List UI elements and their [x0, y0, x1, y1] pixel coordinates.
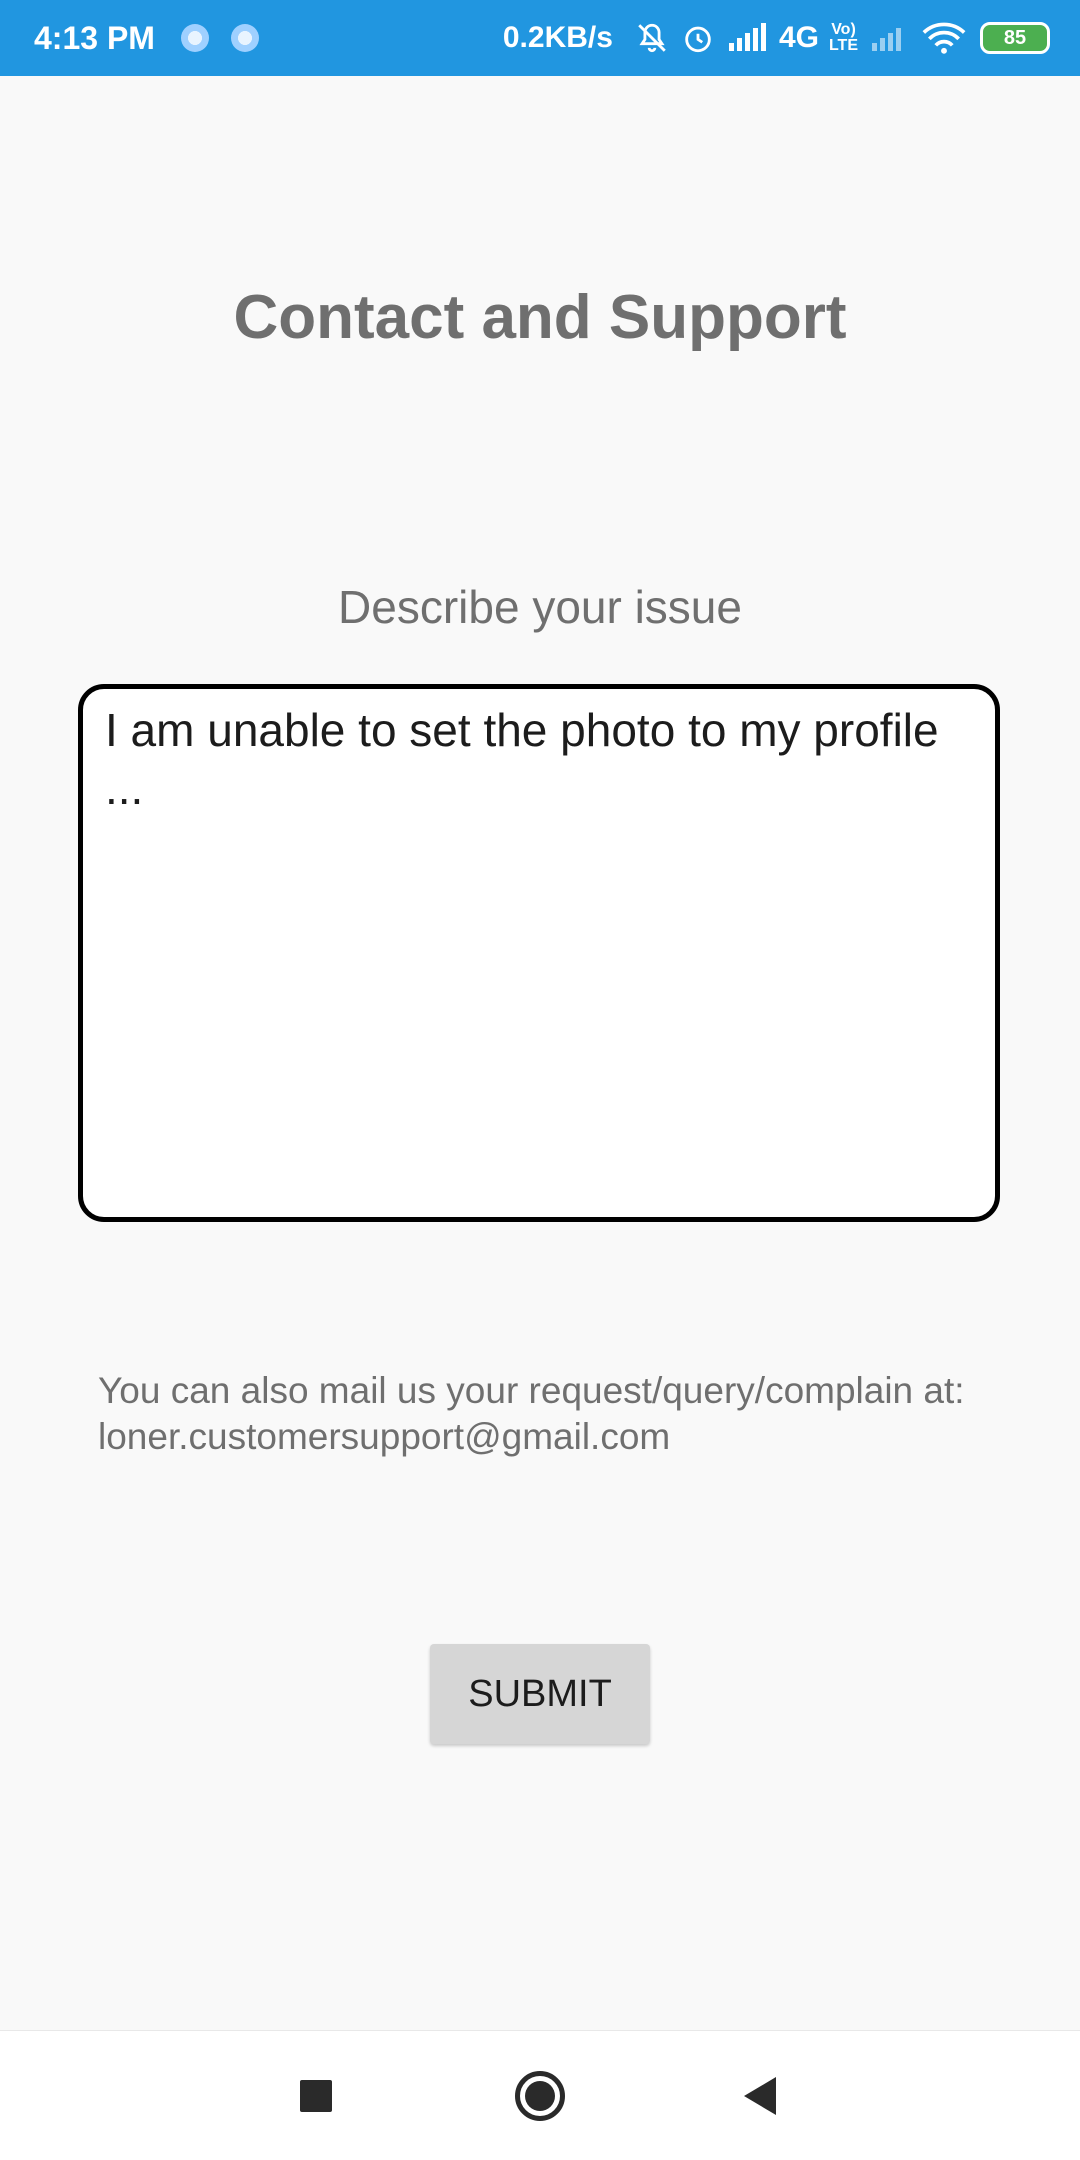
triangle-back-icon [744, 2077, 776, 2115]
status-bar-right: 0.2KB/s 4G Vo) LTE 85 [503, 21, 1050, 55]
submit-button[interactable]: SUBMIT [430, 1644, 650, 1744]
volte-bottom: LTE [828, 37, 858, 54]
notification-dot-icon [180, 24, 209, 52]
notification-dot-icon [230, 24, 259, 52]
recent-apps-button[interactable] [256, 2031, 376, 2160]
volte-top: Vo) [831, 21, 856, 38]
contact-support-screen: 4:13 PM 0.2KB/s 4G Vo) LTE 85 Contact an… [0, 0, 1080, 2160]
status-bar: 4:13 PM 0.2KB/s 4G Vo) LTE 85 [0, 0, 1080, 76]
network-type: 4G [778, 21, 819, 54]
mute-icon [635, 21, 669, 55]
circle-home-icon [515, 2071, 565, 2121]
home-button[interactable] [480, 2031, 600, 2160]
network-speed: 0.2KB/s [502, 21, 613, 54]
volte-indicator: Vo) LTE [829, 22, 858, 54]
back-button[interactable] [700, 2031, 820, 2160]
issue-textarea-value: I am unable to set the photo to my profi… [105, 704, 939, 814]
issue-label: Describe your issue [338, 581, 742, 633]
issue-textarea[interactable]: I am unable to set the photo to my profi… [78, 684, 1000, 1222]
signal-weak-icon [870, 23, 910, 53]
battery-icon: 85 [980, 22, 1050, 54]
battery-level: 85 [1003, 26, 1027, 49]
alarm-icon [681, 21, 715, 55]
page-title: Contact and Support [233, 283, 847, 352]
status-time: 4:13 PM [34, 19, 155, 56]
mail-info-text: You can also mail us your request/query/… [98, 1370, 965, 1457]
navigation-bar [0, 2030, 1080, 2160]
status-bar-left: 4:13 PM [34, 20, 281, 57]
square-recent-icon [300, 2080, 332, 2112]
signal-icon [727, 23, 767, 53]
wifi-icon [922, 21, 966, 55]
